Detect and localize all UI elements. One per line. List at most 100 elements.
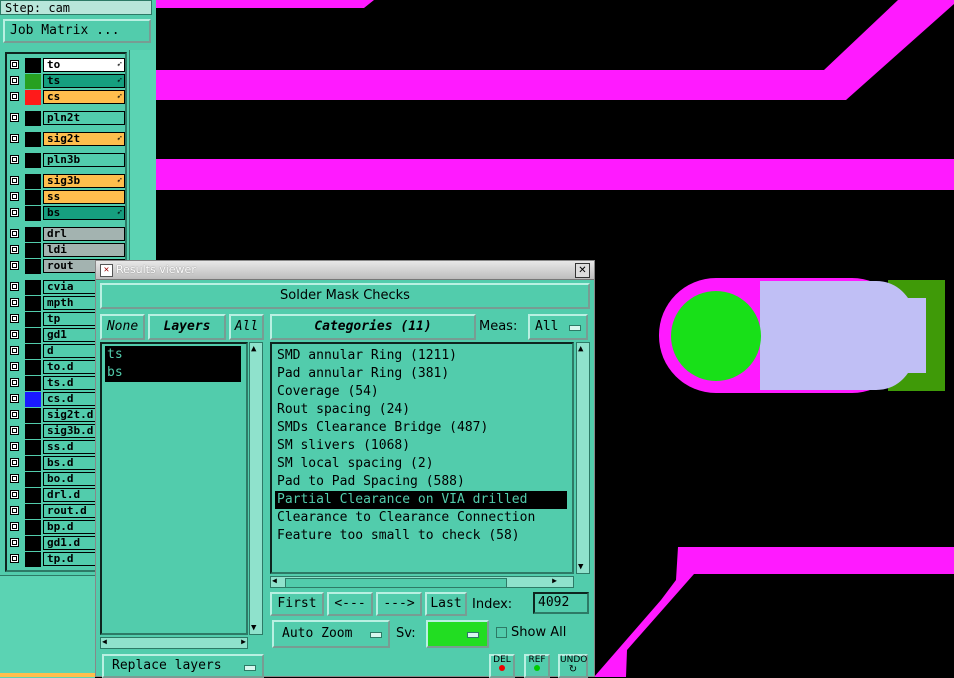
layer-name[interactable]: pln2t bbox=[43, 111, 125, 125]
layer-checkbox[interactable] bbox=[10, 394, 19, 403]
layer-name[interactable]: pln3b bbox=[43, 153, 125, 167]
scroll-up-icon[interactable]: ▲ bbox=[578, 344, 583, 354]
layer-row-drl[interactable]: drl bbox=[7, 227, 125, 243]
layer-name[interactable]: ss bbox=[43, 190, 125, 204]
categories-button[interactable]: Categories (11) bbox=[270, 314, 476, 340]
layer-checkbox[interactable] bbox=[10, 330, 19, 339]
layer-checkbox[interactable] bbox=[10, 378, 19, 387]
layer-row-ldi[interactable]: ldi bbox=[7, 243, 125, 259]
auto-zoom-dropdown[interactable]: Auto Zoom bbox=[272, 620, 390, 648]
layer-name[interactable]: cs ➶ bbox=[43, 90, 125, 104]
category-item[interactable]: SMDs Clearance Bridge (487) bbox=[275, 419, 567, 437]
layer-checkbox[interactable] bbox=[10, 538, 19, 547]
layers-vertical-scrollbar[interactable]: ▲ ▼ bbox=[249, 342, 263, 635]
ref-button[interactable]: REF bbox=[524, 654, 550, 678]
category-item[interactable]: SM local spacing (2) bbox=[275, 455, 567, 473]
category-item[interactable]: Clearance to Clearance Connection bbox=[275, 509, 567, 527]
undo-button[interactable]: UNDO ↻ bbox=[558, 654, 588, 678]
layer-checkbox[interactable] bbox=[10, 208, 19, 217]
category-item[interactable]: Coverage (54) bbox=[275, 383, 567, 401]
scroll-right-icon[interactable]: ▶ bbox=[552, 576, 557, 585]
layer-name[interactable]: bs ➶ bbox=[43, 206, 125, 220]
category-item[interactable]: Feature too small to check (58) bbox=[275, 527, 567, 545]
layer-checkbox[interactable] bbox=[10, 346, 19, 355]
layer-name[interactable]: ts ➶ bbox=[43, 74, 125, 88]
layer-checkbox[interactable] bbox=[10, 490, 19, 499]
layer-checkbox[interactable] bbox=[10, 522, 19, 531]
none-button[interactable]: None bbox=[100, 314, 145, 340]
scroll-up-icon[interactable]: ▲ bbox=[251, 344, 256, 354]
categories-list[interactable]: SMD annular Ring (1211) Pad annular Ring … bbox=[270, 342, 574, 574]
layer-checkbox[interactable] bbox=[10, 155, 19, 164]
layer-row-to[interactable]: to ➶ bbox=[7, 58, 125, 74]
category-item[interactable]: SM slivers (1068) bbox=[275, 437, 567, 455]
layers-horizontal-scrollbar[interactable]: ◀ ▶ bbox=[100, 637, 248, 649]
layer-row-sig2t[interactable]: sig2t ➶ bbox=[7, 132, 125, 148]
layer-checkbox[interactable] bbox=[10, 92, 19, 101]
category-item[interactable]: Pad to Pad Spacing (588) bbox=[275, 473, 567, 491]
next-button[interactable]: ---> bbox=[376, 592, 422, 616]
last-button[interactable]: Last bbox=[425, 592, 467, 616]
scroll-down-icon[interactable]: ▼ bbox=[578, 562, 583, 572]
layer-row-pln2t[interactable]: pln2t bbox=[7, 111, 125, 127]
layer-checkbox[interactable] bbox=[10, 245, 19, 254]
layer-row-bs[interactable]: bs ➶ bbox=[7, 206, 125, 222]
scroll-left-icon[interactable]: ◀ bbox=[102, 637, 107, 646]
scroll-down-icon[interactable]: ▼ bbox=[251, 623, 256, 633]
category-item[interactable]: Partial Clearance on VIA drilled bbox=[275, 491, 567, 509]
layer-name[interactable]: ldi bbox=[43, 243, 125, 257]
layer-checkbox[interactable] bbox=[10, 176, 19, 185]
category-item[interactable]: Rout spacing (24) bbox=[275, 401, 567, 419]
prev-button[interactable]: <--- bbox=[327, 592, 373, 616]
layer-name[interactable]: to ➶ bbox=[43, 58, 125, 72]
layer-name[interactable]: drl bbox=[43, 227, 125, 241]
del-button[interactable]: DEL bbox=[489, 654, 515, 678]
layer-checkbox[interactable] bbox=[10, 134, 19, 143]
layer-checkbox[interactable] bbox=[10, 362, 19, 371]
layer-checkbox[interactable] bbox=[10, 113, 19, 122]
solder-mask-checks-header[interactable]: Solder Mask Checks bbox=[100, 283, 590, 309]
layer-checkbox[interactable] bbox=[10, 261, 19, 270]
show-all-checkbox[interactable] bbox=[496, 627, 507, 638]
replace-layers-dropdown[interactable]: Replace layers bbox=[102, 654, 264, 678]
layer-row-ss[interactable]: ss bbox=[7, 190, 125, 206]
scroll-thumb[interactable] bbox=[285, 578, 507, 588]
sv-color-dropdown[interactable] bbox=[426, 620, 489, 648]
layer-checkbox[interactable] bbox=[10, 442, 19, 451]
layer-checkbox[interactable] bbox=[10, 60, 19, 69]
layer-row-cs[interactable]: cs ➶ bbox=[7, 90, 125, 106]
categories-vertical-scrollbar[interactable]: ▲ ▼ bbox=[576, 342, 590, 574]
category-item[interactable]: SMD annular Ring (1211) bbox=[275, 347, 567, 365]
layer-checkbox[interactable] bbox=[10, 426, 19, 435]
layer-checkbox[interactable] bbox=[10, 314, 19, 323]
layer-checkbox[interactable] bbox=[10, 410, 19, 419]
job-matrix-button[interactable]: Job Matrix ... bbox=[3, 19, 151, 43]
scroll-right-icon[interactable]: ▶ bbox=[241, 637, 246, 646]
layer-checkbox[interactable] bbox=[10, 554, 19, 563]
layer-checkbox[interactable] bbox=[10, 474, 19, 483]
layer-checkbox[interactable] bbox=[10, 192, 19, 201]
layer-checkbox[interactable] bbox=[10, 76, 19, 85]
list-item[interactable]: ts bbox=[105, 346, 241, 364]
layer-checkbox[interactable] bbox=[10, 458, 19, 467]
categories-horizontal-scrollbar[interactable]: ◀ ▶ bbox=[270, 576, 574, 588]
layer-name[interactable]: sig2t ➶ bbox=[43, 132, 125, 146]
layers-button[interactable]: Layers bbox=[148, 314, 226, 340]
first-button[interactable]: First bbox=[270, 592, 324, 616]
layer-row-pln3b[interactable]: pln3b bbox=[7, 153, 125, 169]
scroll-left-icon[interactable]: ◀ bbox=[272, 576, 277, 585]
layer-checkbox[interactable] bbox=[10, 506, 19, 515]
layer-checkbox[interactable] bbox=[10, 229, 19, 238]
index-input[interactable]: 4092 bbox=[533, 592, 589, 614]
layers-result-list[interactable]: ts bs bbox=[100, 342, 248, 635]
close-icon[interactable]: ✕ bbox=[575, 263, 590, 278]
layer-name[interactable]: sig3b ➶ bbox=[43, 174, 125, 188]
layer-row-ts[interactable]: ts ➶ bbox=[7, 74, 125, 90]
layer-checkbox[interactable] bbox=[10, 282, 19, 291]
all-layers-button[interactable]: All bbox=[229, 314, 264, 340]
list-item[interactable]: bs bbox=[105, 364, 241, 382]
meas-dropdown[interactable]: All bbox=[528, 314, 588, 340]
category-item[interactable]: Pad annular Ring (381) bbox=[275, 365, 567, 383]
layer-row-sig3b[interactable]: sig3b ➶ bbox=[7, 174, 125, 190]
results-viewer-titlebar[interactable]: ✕ Results viewer ✕ bbox=[96, 261, 594, 280]
